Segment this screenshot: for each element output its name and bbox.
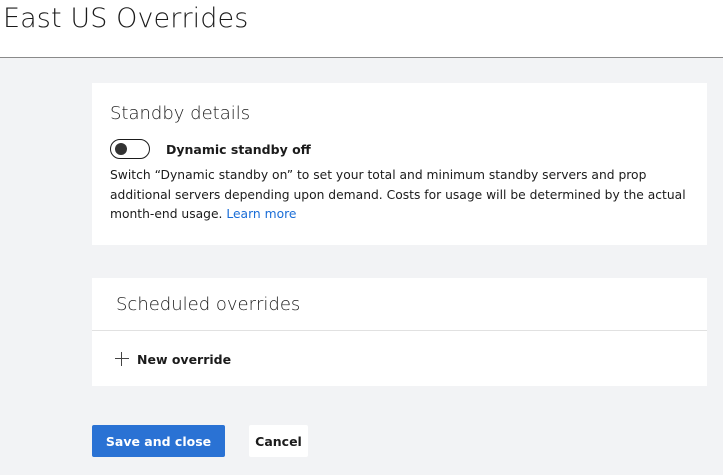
standby-description-text: Switch “Dynamic standby on” to set your … — [110, 168, 686, 221]
new-override-label: New override — [137, 351, 232, 367]
plus-icon — [115, 352, 129, 366]
scheduled-overrides-title: Scheduled overrides — [116, 294, 301, 315]
standby-description: Switch “Dynamic standby on” to set your … — [110, 166, 700, 225]
divider — [92, 330, 707, 331]
page-title: East US Overrides — [3, 3, 249, 34]
dynamic-standby-toggle[interactable] — [110, 139, 150, 159]
standby-details-card: Standby details Dynamic standby off Swit… — [92, 83, 707, 245]
cancel-button[interactable]: Cancel — [249, 425, 308, 457]
learn-more-link[interactable]: Learn more — [226, 207, 296, 221]
standby-details-title: Standby details — [110, 103, 251, 124]
page-header: East US Overrides — [0, 0, 723, 58]
dynamic-standby-label: Dynamic standby off — [166, 142, 311, 157]
toggle-knob — [115, 143, 127, 155]
scheduled-overrides-card: Scheduled overrides New override — [92, 278, 707, 386]
new-override-button[interactable]: New override — [115, 349, 231, 369]
save-and-close-button[interactable]: Save and close — [92, 425, 225, 457]
